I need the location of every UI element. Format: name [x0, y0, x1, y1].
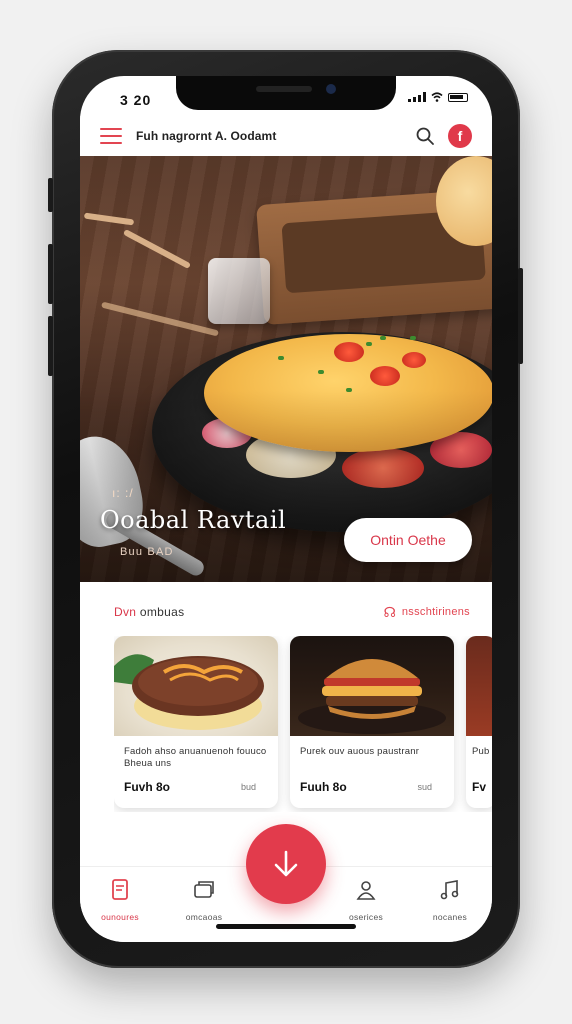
hero-kicker: ı: :/ [112, 486, 134, 500]
dish-name: Fadoh ahso anuanuenoh fouuco Bheua uns [124, 746, 267, 769]
notch [176, 76, 396, 110]
dish-image-steak [114, 636, 278, 736]
nav-item-music[interactable]: nocanes [410, 877, 490, 922]
status-icons [408, 92, 468, 102]
hero-banner: ı: :/ Ooabal Ravtail Buu BAD Ontin Oethe [80, 156, 492, 582]
cards-icon [194, 881, 214, 898]
dish-image [466, 636, 492, 736]
nav-item-user[interactable]: oserices [326, 877, 406, 922]
status-time: 3 20 [120, 92, 152, 108]
dish-image-burger [290, 636, 454, 736]
dish-price: Fv [472, 780, 487, 794]
signal-icon [408, 92, 426, 102]
nav-label: omcaoas [185, 912, 223, 922]
menu-icon[interactable] [100, 128, 122, 144]
section-title-rest: ombuas [136, 605, 185, 619]
volume-up-button [48, 244, 53, 304]
dish-name: Pub [472, 746, 490, 757]
dish-tag: bud [240, 782, 256, 792]
nav-label: nocanes [432, 912, 468, 922]
dish-card[interactable]: Fadoh ahso anuanuenoh fouuco Bheua uns F… [114, 636, 278, 808]
dish-name: Purek ouv auous paustranr [300, 746, 420, 757]
camera [326, 84, 336, 94]
dish-card[interactable]: Pub Fv [466, 636, 492, 808]
mute-switch [48, 178, 53, 212]
dish-tag: sud [417, 782, 432, 792]
nav-item-home[interactable]: ounoures [80, 877, 160, 922]
volume-down-button [48, 316, 53, 376]
section-title: Dvn ombuas [114, 605, 184, 619]
filter-icon: ☊ [383, 603, 396, 620]
speaker [256, 86, 312, 92]
search-icon[interactable] [414, 125, 436, 147]
app-header: Fuh nagrornt A. Oodamt f [80, 116, 492, 156]
fab-button[interactable] [246, 824, 326, 904]
user-icon [356, 881, 376, 900]
profile-button[interactable]: f [448, 124, 472, 148]
dish-price: Fuvh 8o [124, 780, 171, 794]
app-title: Fuh nagrornt A. Oodamt [136, 129, 277, 143]
nav-label: oserices [348, 912, 384, 922]
see-all-link[interactable]: ☊ nsschtirinens [383, 604, 470, 621]
nav-item-cards[interactable]: omcaoas [164, 877, 244, 922]
power-button [518, 268, 523, 364]
screen: 3 20 Fuh nagrornt A. Oodamt f ı::/ Ooab… [80, 76, 492, 942]
wifi-icon [431, 92, 443, 102]
dish-card[interactable]: Purek ouv auous paustranr Fuuh 8o sud [290, 636, 454, 808]
bookmark-icon [112, 879, 128, 900]
home-indicator [216, 924, 356, 929]
hero-subtitle: Buu BAD [120, 546, 174, 558]
nav-label: ounoures [101, 912, 139, 922]
battery-icon [448, 92, 468, 102]
arrow-down-icon [274, 850, 298, 877]
music-icon [440, 880, 459, 900]
dish-price: Fuuh 8o [300, 780, 347, 794]
dish-carousel: Fadoh ahso anuanuenoh fouuco Bheua uns F… [114, 636, 492, 812]
see-all-label: nsschtirinens [401, 606, 470, 618]
section-header: Dvn ombuas ☊ nsschtirinens [80, 600, 492, 624]
section-title-accent: Dvn [114, 605, 137, 619]
hero-title: Ooabal Ravtail [100, 506, 287, 534]
order-button[interactable]: Ontin Oethe [344, 518, 472, 562]
